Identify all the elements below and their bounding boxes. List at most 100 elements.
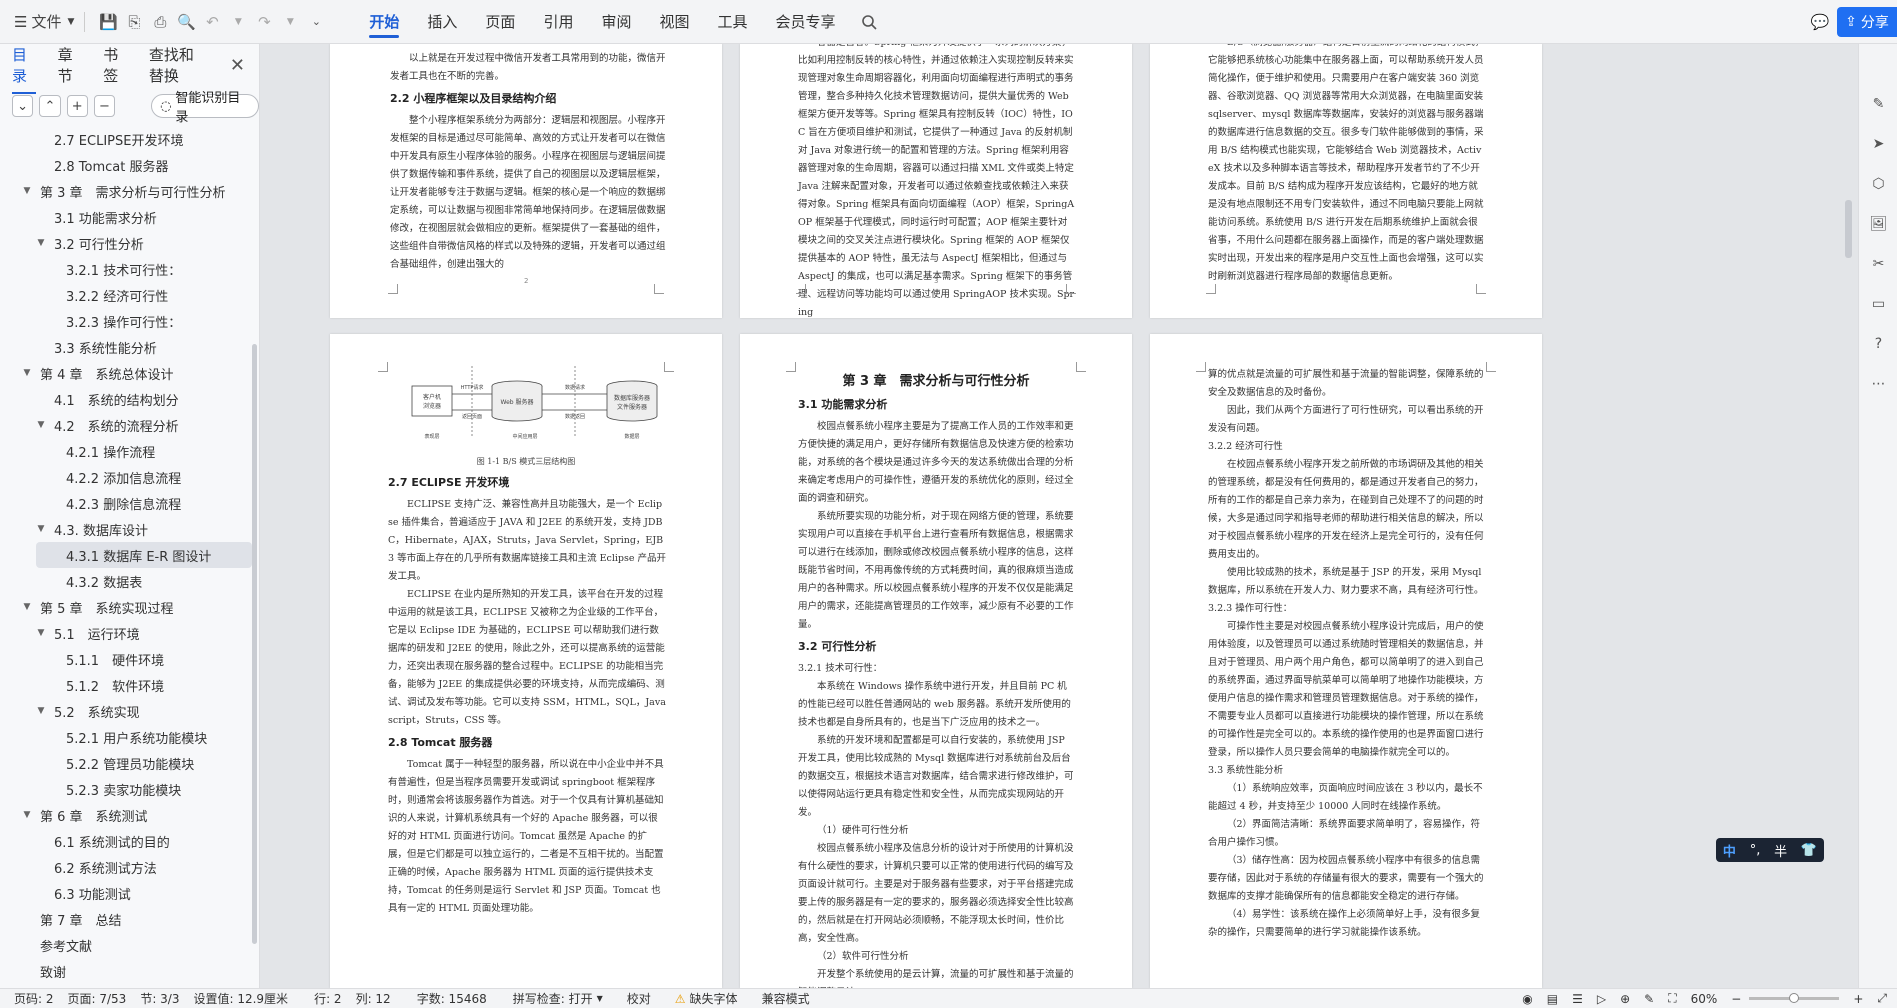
shape-icon[interactable]: ⬡ xyxy=(1859,164,1897,204)
eye-icon[interactable]: ◉ xyxy=(1522,992,1532,1006)
toc-item[interactable]: 参考文献 xyxy=(0,932,252,958)
toc-item[interactable]: ▼ 4.3. 数据库设计 xyxy=(0,516,252,542)
collapse-arrow-icon[interactable]: ▼ xyxy=(34,238,48,248)
print-preview-icon[interactable]: 🔍 xyxy=(173,9,199,35)
status-page-no[interactable]: 页码: 2 xyxy=(14,990,54,1007)
toc-item[interactable]: 4.1 系统的结构划分 xyxy=(0,386,252,412)
toc-item[interactable]: 2.7 ECLIPSE开发环境 xyxy=(0,126,252,152)
pen-icon[interactable]: ✎ xyxy=(1859,84,1897,124)
toc-item[interactable]: ▼ 第 4 章 系统总体设计 xyxy=(0,360,252,386)
status-page[interactable]: 页面: 7/53 xyxy=(68,990,127,1007)
status-compat[interactable]: 兼容模式 xyxy=(762,990,810,1007)
comment-icon[interactable]: 💬 xyxy=(1807,9,1833,35)
toc-item[interactable]: ▼ 第 3 章 需求分析与可行性分析 xyxy=(0,178,252,204)
toc-item[interactable]: ▼ 5.1 运行环境 xyxy=(0,620,252,646)
zoom-level[interactable]: 60% xyxy=(1691,992,1718,1006)
ime-width[interactable]: 半 xyxy=(1774,841,1787,860)
status-proof[interactable]: 校对 xyxy=(627,990,651,1007)
collapse-arrow-icon[interactable]: ▼ xyxy=(34,706,48,716)
tab-tools[interactable]: 工具 xyxy=(703,0,761,44)
toc-item[interactable]: 5.2.2 管理员功能模块 xyxy=(0,750,252,776)
ime-toolbar[interactable]: 中 °, 半 👕 xyxy=(1716,838,1824,862)
toc-item[interactable]: 6.3 功能测试 xyxy=(0,880,252,906)
status-spell[interactable]: 拼写检查: 打开 xyxy=(513,990,593,1007)
collapse-arrow-icon[interactable]: ▼ xyxy=(20,368,34,378)
image-icon[interactable]: 🖼 xyxy=(1859,204,1897,244)
tab-toc[interactable]: 目录 xyxy=(12,44,36,94)
zoom-out-icon[interactable]: − xyxy=(1731,992,1741,1006)
cursor-icon[interactable]: ➤ xyxy=(1859,124,1897,164)
tab-home[interactable]: 开始 xyxy=(355,0,413,44)
toc-item[interactable]: 2.8 Tomcat 服务器 xyxy=(0,152,252,178)
pen-mode-icon[interactable]: ✎ xyxy=(1644,992,1654,1006)
undo-icon[interactable]: ↶ xyxy=(199,9,225,35)
toc-item[interactable]: ▼ 3.2 可行性分析 xyxy=(0,230,252,256)
page-2[interactable]: 以上就是在开发过程中微信开发者工具常用到的功能，微信开发者工具也在不断的完善。 … xyxy=(330,44,722,318)
tab-insert[interactable]: 插入 xyxy=(413,0,471,44)
toc-item[interactable]: 5.1.1 硬件环境 xyxy=(0,646,252,672)
status-setting[interactable]: 设置值: 12.9厘米 xyxy=(193,990,288,1007)
help-icon[interactable]: ? xyxy=(1859,324,1897,364)
status-words[interactable]: 字数: 15468 xyxy=(417,990,487,1007)
tab-find-replace[interactable]: 查找和替换 xyxy=(149,44,208,86)
page-3[interactable]: 容器是否容。Spring 框架为开发提供了一系列的解决方案，比如利用控制反转的核… xyxy=(740,44,1132,318)
redo-dropdown-icon[interactable]: ▼ xyxy=(277,9,303,35)
print-icon[interactable]: ⎙ xyxy=(147,9,173,35)
ime-punct[interactable]: °, xyxy=(1750,843,1761,858)
toc-item[interactable]: 4.3.2 数据表 xyxy=(0,568,252,594)
page-4[interactable]: B/S（浏览器/服务器）结构是目前主流的网络化的结构模式，它能够把系统核心功能集… xyxy=(1150,44,1542,318)
shirt-icon[interactable]: 👕 xyxy=(1801,843,1817,858)
add-icon[interactable]: + xyxy=(66,95,88,117)
status-missing-font[interactable]: 缺失字体 xyxy=(690,990,738,1007)
collapse-arrow-icon[interactable]: ▼ xyxy=(34,524,48,534)
collapse-up-icon[interactable]: ⌃ xyxy=(39,95,61,117)
toc-item[interactable]: 第 7 章 总结 xyxy=(0,906,252,932)
layout-icon[interactable]: ▭ xyxy=(1859,284,1897,324)
collapse-arrow-icon[interactable]: ▼ xyxy=(20,186,34,196)
status-section[interactable]: 节: 3/3 xyxy=(140,990,179,1007)
more-chevron-icon[interactable]: ⌄ xyxy=(303,9,329,35)
page-7[interactable]: 算的优点就是流量的可扩展性和基于流量的智能调整，保障系统的安全及数据信息的及时备… xyxy=(1150,334,1542,988)
toc-item[interactable]: 6.1 系统测试的目的 xyxy=(0,828,252,854)
toc-item[interactable]: 3.1 功能需求分析 xyxy=(0,204,252,230)
toc-item[interactable]: ▼ 5.2 系统实现 xyxy=(0,698,252,724)
remove-icon[interactable]: − xyxy=(93,95,116,117)
toc-item[interactable]: 3.2.3 操作可行性： xyxy=(0,308,252,334)
status-row[interactable]: 行: 2 xyxy=(314,990,342,1007)
close-icon[interactable]: ✕ xyxy=(230,55,245,76)
expand-icon[interactable]: ⤢ xyxy=(1877,991,1887,1006)
undo-dropdown-icon[interactable]: ▼ xyxy=(225,9,251,35)
outline-view-icon[interactable]: ☰ xyxy=(1572,992,1583,1006)
tab-reference[interactable]: 引用 xyxy=(529,0,587,44)
panel-scrollbar[interactable] xyxy=(252,344,257,944)
expand-down-icon[interactable]: ⌄ xyxy=(12,95,34,117)
ime-mode[interactable]: 中 xyxy=(1723,841,1736,860)
tab-chapters[interactable]: 章节 xyxy=(58,44,82,86)
fit-icon[interactable]: ⛶ xyxy=(1668,991,1676,1006)
toc-item[interactable]: 4.2.1 操作流程 xyxy=(0,438,252,464)
play-icon[interactable]: ▷ xyxy=(1597,992,1606,1006)
tab-review[interactable]: 审阅 xyxy=(587,0,645,44)
toc-item[interactable]: 4.2.2 添加信息流程 xyxy=(0,464,252,490)
more-icon[interactable]: ⋯ xyxy=(1859,364,1897,404)
export-pdf-icon[interactable]: ⎘ xyxy=(121,9,147,35)
save-icon[interactable]: 💾 xyxy=(95,9,121,35)
toc-item[interactable]: 5.2.3 卖家功能模块 xyxy=(0,776,252,802)
toc-item[interactable]: 3.2.1 技术可行性： xyxy=(0,256,252,282)
zoom-slider[interactable] xyxy=(1749,993,1840,1003)
toc-item[interactable]: 4.2.3 删除信息流程 xyxy=(0,490,252,516)
page-5[interactable]: 客户机 浏览器 Web 服务器 数据库服务器 文件服务器 HTTP请求 返回页面… xyxy=(330,334,722,988)
toc-item[interactable]: ▼ 4.2 系统的流程分析 xyxy=(0,412,252,438)
toc-item[interactable]: 4.3.1 数据库 E-R 图设计 xyxy=(36,542,252,568)
toc-item[interactable]: 致谢 xyxy=(0,958,252,984)
collapse-arrow-icon[interactable]: ▼ xyxy=(34,628,48,638)
tab-member[interactable]: 会员专享 xyxy=(762,0,850,44)
collapse-arrow-icon[interactable]: ▼ xyxy=(34,420,48,430)
toc-item[interactable]: ▼ 第 6 章 系统测试 xyxy=(0,802,252,828)
status-col[interactable]: 列: 12 xyxy=(356,990,391,1007)
smart-toc-button[interactable]: ◌ 智能识别目录 xyxy=(151,91,259,125)
toc-item[interactable]: ▼ 第 5 章 系统实现过程 xyxy=(0,594,252,620)
collapse-arrow-icon[interactable]: ▼ xyxy=(20,602,34,612)
tab-bookmarks[interactable]: 书签 xyxy=(103,44,127,86)
toc-item[interactable]: 3.3 系统性能分析 xyxy=(0,334,252,360)
